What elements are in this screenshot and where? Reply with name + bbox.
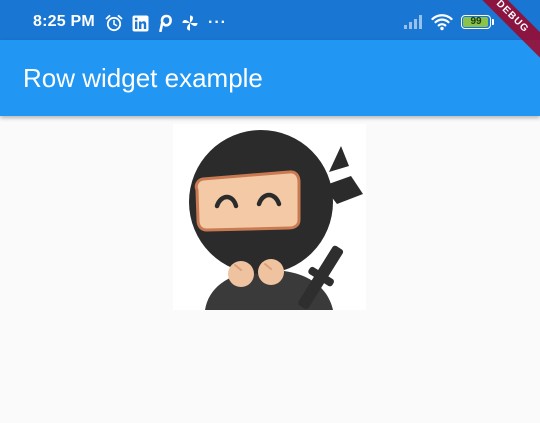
wifi-icon (431, 14, 453, 31)
pinwheel-icon (182, 15, 198, 31)
signal-icon (404, 15, 422, 29)
ninja-mascot-image (173, 124, 366, 310)
alarm-icon (105, 14, 123, 32)
status-time: 8:25 PM (33, 13, 95, 30)
status-system-icons: 99 (403, 12, 494, 32)
more-notifications-indicator: ··· (208, 14, 227, 31)
content-row (0, 116, 540, 423)
battery-tip (492, 19, 494, 25)
app-bar-title: Row widget example (23, 63, 263, 93)
linkedin-icon (132, 15, 149, 31)
app-bar: Row widget example (0, 40, 540, 116)
battery-icon: 99 (461, 15, 491, 29)
pinterest-icon (159, 14, 172, 32)
status-notification-icons: ··· (105, 14, 236, 32)
status-bar: 8:25 PM ··· 99 (0, 0, 540, 40)
battery-percentage: 99 (470, 16, 482, 27)
